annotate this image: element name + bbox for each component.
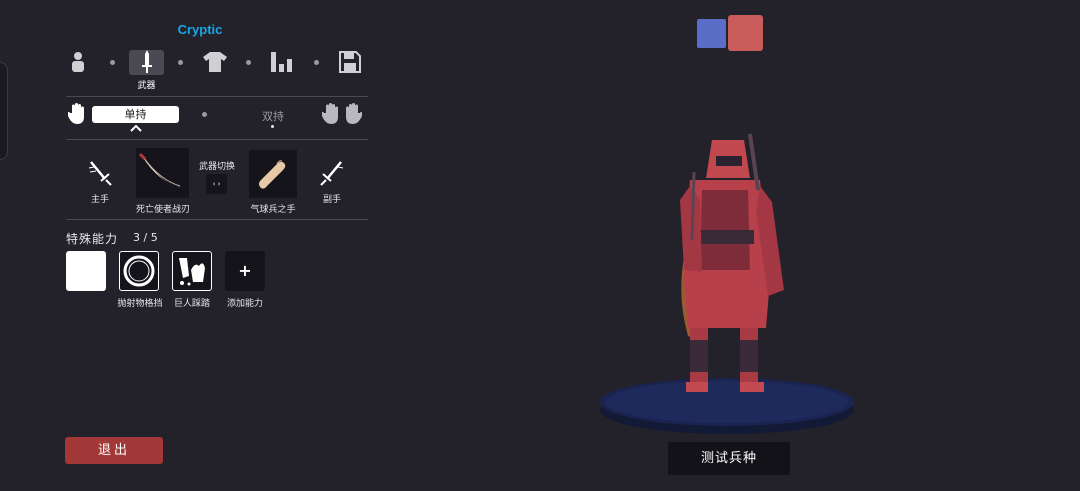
- ability-slot-giant-stomp[interactable]: [172, 251, 212, 291]
- sword-icon: [137, 48, 157, 76]
- ability-name: 巨人踩踏: [173, 299, 210, 309]
- nav-separator: [314, 60, 319, 65]
- divider: [66, 139, 368, 140]
- weapon-swap-label: 武器切换: [198, 162, 235, 172]
- person-icon: [72, 52, 84, 72]
- stomp-icon: [179, 258, 205, 286]
- abilities-count: 3 / 5: [133, 231, 158, 244]
- grip-separator: [202, 112, 207, 117]
- team-color-red-swatch[interactable]: [728, 15, 763, 51]
- abilities-title: 特殊能力: [66, 232, 119, 246]
- scythe-blade-icon: [138, 152, 182, 188]
- grip-single-option[interactable]: 单持: [92, 106, 179, 123]
- exit-button[interactable]: 退出: [65, 437, 163, 464]
- weapon-swap-button[interactable]: ‹ ›: [206, 174, 227, 194]
- nav-clothing[interactable]: [202, 48, 228, 76]
- nav-separator: [178, 60, 183, 65]
- main-weapon-name: 死亡使者战刃: [135, 205, 190, 215]
- nav-separator: [110, 60, 115, 65]
- bars-icon: [271, 52, 292, 72]
- balloon-hand-icon: [259, 160, 286, 189]
- off-weapon-slot[interactable]: [249, 150, 297, 198]
- main-hand-sword-icon[interactable]: [88, 160, 112, 190]
- hands-dual-icon[interactable]: [320, 103, 364, 129]
- test-unit-button[interactable]: 测试兵种: [668, 442, 790, 475]
- main-hand-label: 主手: [90, 195, 109, 205]
- grip-dual-option[interactable]: 双持: [252, 108, 294, 124]
- ability-name: 抛射物格挡: [117, 299, 163, 309]
- shirt-icon: [203, 52, 227, 72]
- unit-name: Cryptic: [177, 22, 223, 37]
- grip-dual-indicator: [271, 125, 274, 128]
- team-color-blue-swatch[interactable]: [697, 19, 726, 48]
- nav-stats[interactable]: [270, 48, 296, 76]
- nav-character[interactable]: [68, 48, 88, 76]
- off-weapon-name: 气球兵之手: [250, 205, 296, 215]
- nav-weapon-label: 武器: [137, 81, 156, 91]
- ring-shield-icon: [123, 255, 155, 287]
- off-hand-sword-icon[interactable]: [320, 160, 344, 190]
- divider: [66, 96, 368, 97]
- add-ability-label: 添加能力: [226, 299, 263, 309]
- ability-slot-blank[interactable]: [66, 251, 106, 291]
- chevron-up-icon: [130, 124, 142, 135]
- character-preview[interactable]: [590, 130, 870, 440]
- off-hand-label: 副手: [322, 195, 341, 205]
- nav-save[interactable]: [338, 48, 362, 76]
- nav-separator: [246, 60, 251, 65]
- left-edge-tab[interactable]: [0, 62, 8, 160]
- main-weapon-slot[interactable]: [136, 148, 189, 198]
- hand-single-icon[interactable]: [66, 103, 88, 129]
- add-ability-button[interactable]: +: [225, 251, 265, 291]
- floppy-disk-icon: [339, 51, 361, 73]
- divider: [66, 219, 368, 220]
- ability-slot-projectile-block[interactable]: [119, 251, 159, 291]
